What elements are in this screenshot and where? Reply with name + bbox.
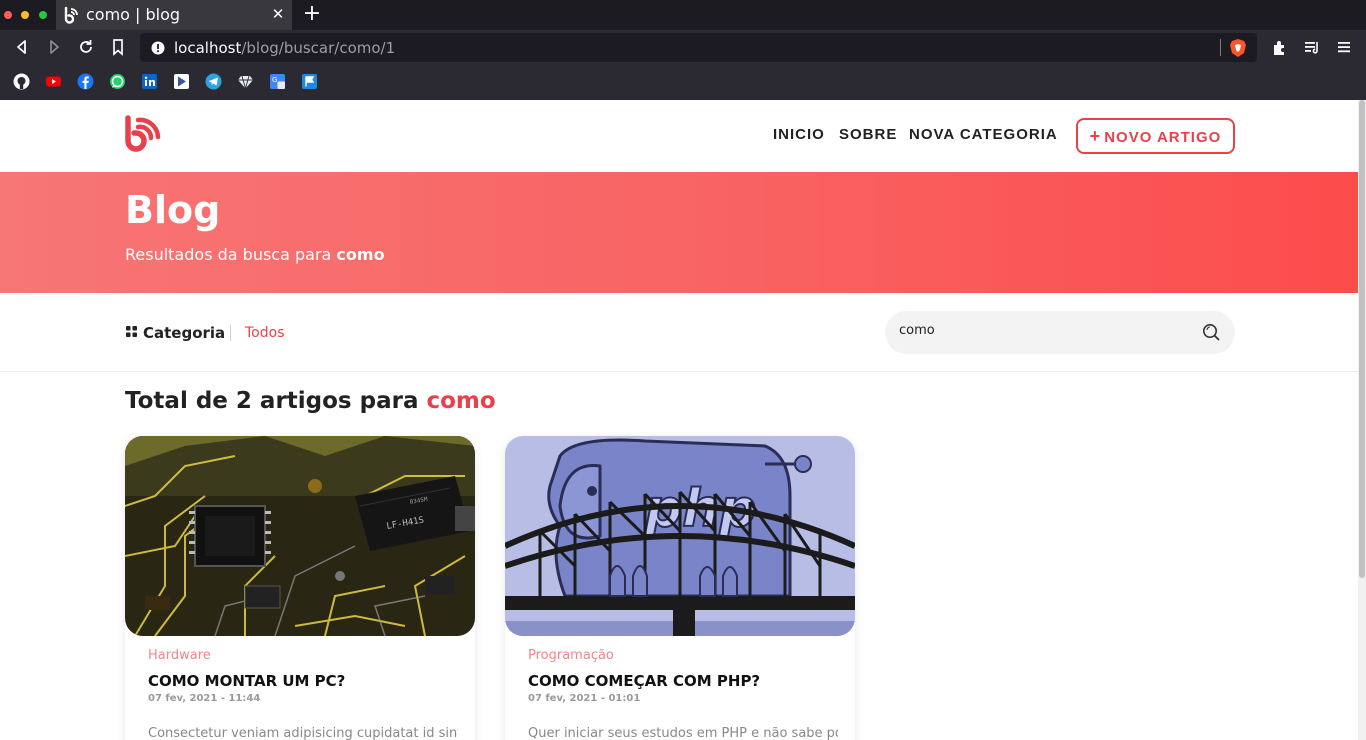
youtube-icon[interactable] xyxy=(45,73,62,90)
new-tab-button[interactable]: + xyxy=(302,3,322,26)
article-excerpt: Quer iniciar seus estudos em PHP e não s… xyxy=(528,726,838,740)
window-maximize-button[interactable] xyxy=(39,11,47,19)
circuit-board-image: LF-H41S 0345M xyxy=(125,436,475,636)
search-icon[interactable] xyxy=(1202,323,1220,341)
nav-link-inicio[interactable]: INICIO xyxy=(773,126,825,143)
novo-artigo-label: NOVO ARTIGO xyxy=(1104,129,1222,146)
github-icon[interactable] xyxy=(13,73,30,90)
translate-icon[interactable]: G xyxy=(269,73,286,90)
hero-subtitle-query: como xyxy=(336,245,385,264)
article-category[interactable]: Hardware xyxy=(148,648,211,663)
page-scrollbar[interactable] xyxy=(1358,100,1366,740)
search-box xyxy=(885,311,1235,354)
hero-subtitle-prefix: Resultados da busca para xyxy=(125,245,332,264)
search-input[interactable] xyxy=(899,323,1179,338)
article-date: 07 fev, 2021 - 11:44 xyxy=(148,693,261,704)
play-icon[interactable] xyxy=(173,73,190,90)
grid-icon xyxy=(126,326,137,337)
address-bar[interactable]: localhost/blog/buscar/como/1 xyxy=(140,33,1257,62)
bookmarks-bar: G xyxy=(0,65,1366,100)
telegram-icon[interactable] xyxy=(205,73,222,90)
article-excerpt: Consectetur veniam adipisicing cupidatat… xyxy=(148,726,458,740)
facebook-icon[interactable] xyxy=(77,73,94,90)
plus-icon: + xyxy=(1089,126,1102,146)
blog-logo-icon[interactable] xyxy=(123,114,163,154)
article-category[interactable]: Programação xyxy=(528,648,614,663)
url-host: localhost xyxy=(174,39,242,57)
reload-icon[interactable] xyxy=(76,37,96,57)
article-image-hardware[interactable]: LF-H41S 0345M xyxy=(125,436,475,636)
extensions-icon[interactable] xyxy=(1270,37,1290,57)
nav-link-nova-categoria[interactable]: NOVA CATEGORIA xyxy=(909,126,1058,143)
browser-toolbar: localhost/blog/buscar/como/1 xyxy=(0,30,1366,65)
window-close-button[interactable] xyxy=(4,11,12,19)
page-viewport: INICIO SOBRE NOVA CATEGORIA + NOVO ARTIGO… xyxy=(0,100,1358,740)
site-header: INICIO SOBRE NOVA CATEGORIA + NOVO ARTIGO xyxy=(0,100,1358,172)
url-path: /blog/buscar/como/1 xyxy=(241,39,396,57)
forward-icon[interactable] xyxy=(44,37,64,57)
media-icon[interactable] xyxy=(1302,37,1322,57)
article-title[interactable]: COMO COMEÇAR COM PHP? xyxy=(528,672,760,690)
bookmark-icon[interactable] xyxy=(108,37,128,57)
novo-artigo-button[interactable]: + NOVO ARTIGO xyxy=(1076,118,1235,154)
tab-title: como | blog xyxy=(86,5,181,24)
flag-icon[interactable] xyxy=(301,73,318,90)
hero-subtitle: Resultados da busca para como xyxy=(125,245,385,264)
gem-icon[interactable] xyxy=(237,73,254,90)
results-heading: Total de 2 artigos para como xyxy=(125,388,496,414)
category-divider xyxy=(230,325,231,341)
back-icon[interactable] xyxy=(12,37,32,57)
php-elephant-image: php xyxy=(505,436,855,636)
whatsapp-icon[interactable] xyxy=(109,73,126,90)
nav-link-sobre[interactable]: SOBRE xyxy=(839,126,897,143)
svg-text:G: G xyxy=(272,76,277,84)
hero-banner: Blog Resultados da busca para como xyxy=(0,172,1358,293)
tab-close-icon[interactable]: ✕ xyxy=(268,4,288,24)
url-separator xyxy=(1220,39,1221,56)
category-label: Categoria xyxy=(143,324,226,342)
menu-icon[interactable] xyxy=(1334,37,1354,57)
filter-bar: Categoria Todos xyxy=(0,293,1358,372)
article-title[interactable]: COMO MONTAR UM PC? xyxy=(148,672,345,690)
browser-tab[interactable]: como | blog ✕ xyxy=(56,0,292,30)
page-title: Blog xyxy=(125,188,221,232)
window-minimize-button[interactable] xyxy=(21,11,29,19)
article-card[interactable]: LF-H41S 0345M Hardware COMO MONTAR UM PC… xyxy=(125,436,475,740)
linkedin-icon[interactable] xyxy=(141,73,158,90)
brave-shield-icon[interactable] xyxy=(1229,38,1247,58)
scrollbar-thumb[interactable] xyxy=(1359,100,1365,578)
article-card[interactable]: php Programação COMO COMEÇAR COM PHP? 07… xyxy=(505,436,855,740)
article-date: 07 fev, 2021 - 01:01 xyxy=(528,693,641,704)
category-filter-todos[interactable]: Todos xyxy=(245,325,284,341)
results-heading-prefix: Total de 2 artigos para xyxy=(125,388,419,414)
site-info-icon[interactable] xyxy=(151,41,165,55)
results-heading-query: como xyxy=(426,388,496,414)
blog-favicon-icon xyxy=(64,6,78,24)
browser-tab-bar: como | blog ✕ + xyxy=(0,0,1366,30)
article-image-php[interactable]: php xyxy=(505,436,855,636)
url-text: localhost/blog/buscar/como/1 xyxy=(174,39,395,57)
